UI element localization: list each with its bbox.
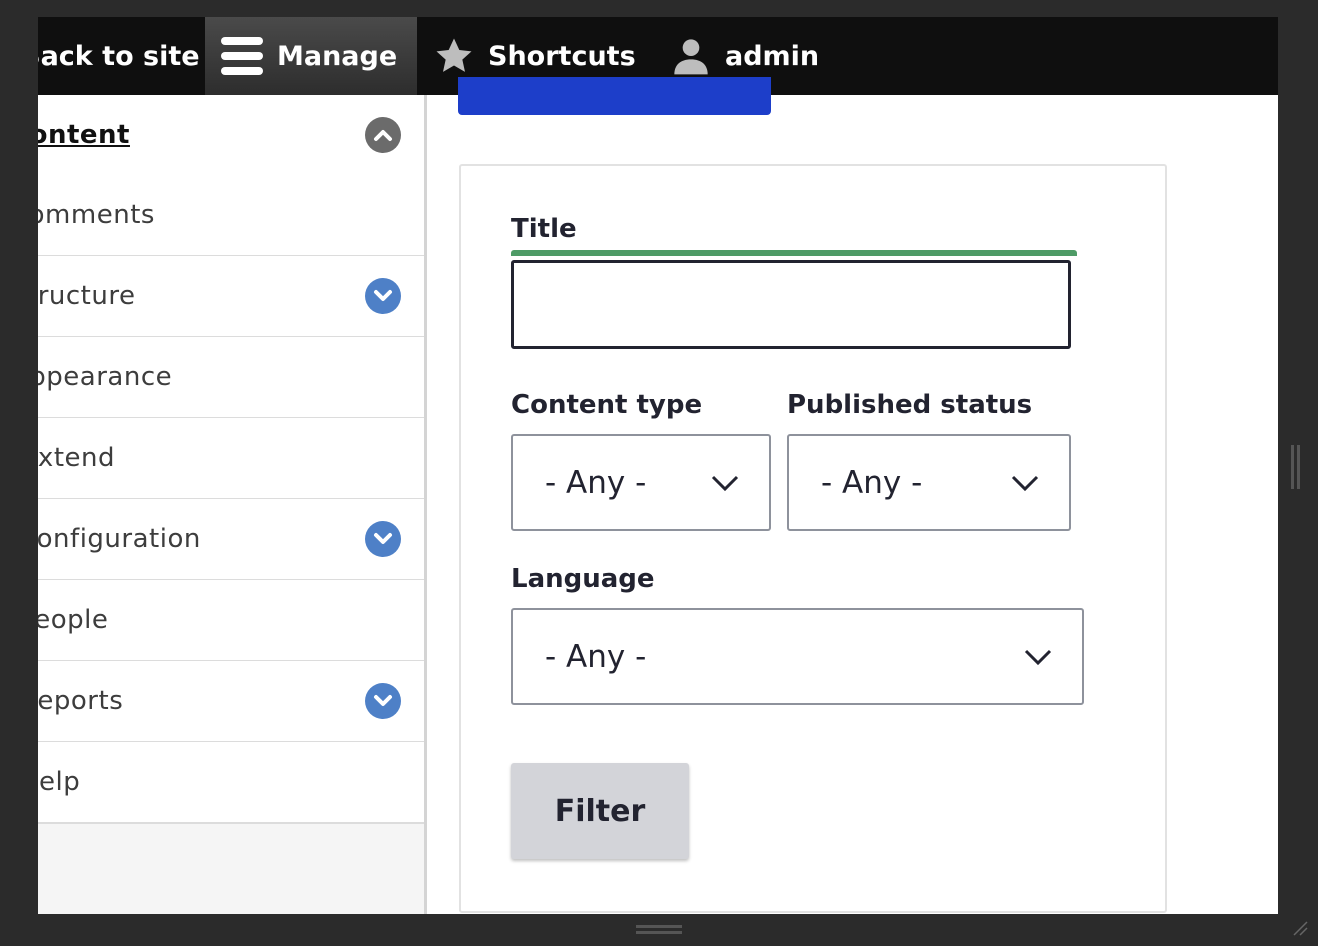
- sidebar-item-label: Help: [38, 767, 81, 797]
- manage-label: Manage: [277, 40, 398, 72]
- sidebar-item-label: Extend: [38, 443, 115, 473]
- language-value: - Any -: [545, 638, 647, 675]
- browser-viewport: Back to site Manage Shortcuts admin Cont…: [38, 17, 1278, 914]
- sidebar-item-label: Content: [38, 120, 130, 150]
- chevron-down-icon[interactable]: [365, 278, 401, 314]
- resize-corner-icon[interactable]: [1292, 920, 1308, 936]
- admin-sidebar: Content Comments Structure Appearance Ex…: [38, 95, 427, 914]
- vertical-resize-grip[interactable]: [1291, 445, 1303, 489]
- title-input[interactable]: [511, 260, 1071, 349]
- chevron-down-icon[interactable]: [365, 521, 401, 557]
- back-to-site-link[interactable]: Back to site: [38, 17, 200, 95]
- sidebar-item-content[interactable]: Content: [38, 95, 424, 177]
- chevron-up-icon[interactable]: [365, 117, 401, 153]
- content-type-select[interactable]: - Any -: [511, 434, 771, 531]
- shortcuts-label: Shortcuts: [488, 40, 636, 72]
- star-icon: [436, 38, 472, 72]
- sidebar-item-label: Appearance: [38, 362, 173, 392]
- chevron-down-icon[interactable]: [365, 683, 401, 719]
- content-type-value: - Any -: [545, 464, 647, 501]
- filter-form: Title Content type - Any - Published sta…: [459, 164, 1167, 913]
- sidebar-item-label: Comments: [38, 200, 155, 230]
- sidebar-item-configuration[interactable]: Configuration: [38, 499, 424, 581]
- sidebar-item-extend[interactable]: Extend: [38, 418, 424, 500]
- user-label: admin: [725, 40, 820, 72]
- published-status-select[interactable]: - Any -: [787, 434, 1071, 531]
- language-label: Language: [511, 564, 655, 594]
- sidebar-item-label: Structure: [38, 281, 136, 311]
- hamburger-icon: [221, 37, 263, 75]
- sidebar-item-people[interactable]: People: [38, 580, 424, 662]
- sidebar-item-label: Reports: [38, 686, 124, 716]
- title-label: Title: [511, 214, 577, 244]
- horizontal-resize-grip[interactable]: [636, 925, 682, 937]
- chevron-down-icon: [711, 475, 739, 491]
- chevron-down-icon: [1024, 649, 1052, 665]
- sidebar-item-comments[interactable]: Comments: [38, 175, 424, 257]
- sidebar-item-label: People: [38, 605, 109, 635]
- manage-tab[interactable]: Manage: [205, 17, 417, 95]
- back-to-site-label: Back to site: [38, 40, 200, 72]
- sidebar-item-label: Configuration: [38, 524, 201, 554]
- sidebar-item-help[interactable]: Help: [38, 742, 424, 824]
- user-icon: [674, 39, 708, 75]
- sidebar-item-structure[interactable]: Structure: [38, 256, 424, 338]
- language-select[interactable]: - Any -: [511, 608, 1084, 705]
- published-status-label: Published status: [787, 390, 1033, 420]
- sidebar-item-reports[interactable]: Reports: [38, 661, 424, 743]
- chevron-down-icon: [1011, 475, 1039, 491]
- focus-indicator: [511, 250, 1077, 256]
- published-status-value: - Any -: [821, 464, 923, 501]
- filter-button[interactable]: Filter: [511, 763, 689, 859]
- sidebar-item-appearance[interactable]: Appearance: [38, 337, 424, 419]
- content-type-label: Content type: [511, 390, 703, 420]
- primary-action-button[interactable]: [458, 77, 771, 115]
